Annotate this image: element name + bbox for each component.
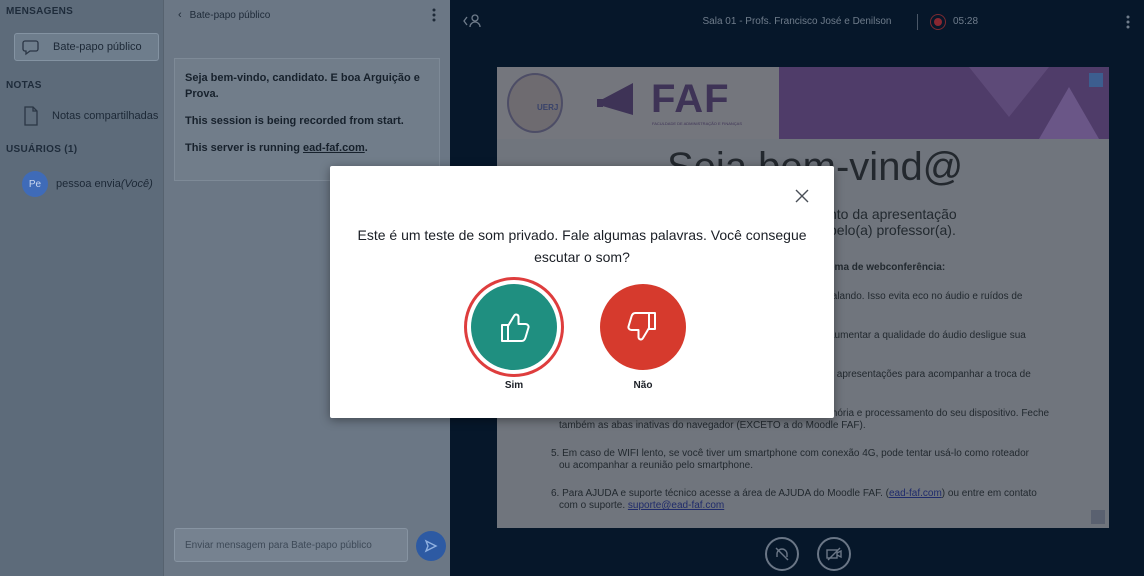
thumbs-down-circle[interactable] xyxy=(600,284,686,370)
no-button[interactable]: Não xyxy=(600,284,686,391)
thumbs-down-icon xyxy=(627,312,656,341)
yes-button[interactable]: Sim xyxy=(471,284,557,391)
close-icon[interactable] xyxy=(794,188,810,204)
modal-question: Este é um teste de som privado. Fale alg… xyxy=(357,227,807,266)
yes-label: Sim xyxy=(504,380,524,391)
no-label: Não xyxy=(633,380,653,391)
audio-test-modal: Este é um teste de som privado. Fale alg… xyxy=(330,166,834,418)
thumbs-up-circle[interactable] xyxy=(471,284,557,370)
thumbs-up-icon xyxy=(501,313,530,342)
